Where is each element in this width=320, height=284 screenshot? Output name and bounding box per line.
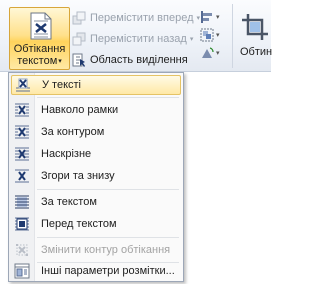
chevron-down-icon: ▾ — [216, 50, 220, 57]
behind-text-icon — [11, 193, 33, 211]
wrap-text-label-line2: текстом▾ — [10, 55, 69, 68]
menu-item-label: Перед текстом — [41, 218, 117, 230]
crop-label: Обтин — [240, 46, 273, 58]
wrap-text-menu: У тексті Навколо рамки За контуром Наскр… — [8, 72, 184, 282]
chevron-down-icon: ▾ — [189, 36, 194, 43]
align-button[interactable]: ▾ — [200, 8, 228, 26]
crop-button[interactable]: Обтин — [238, 10, 272, 68]
rotate-button[interactable]: ▾ — [200, 44, 228, 62]
wrap-text-label-line2-text: текстом — [17, 55, 58, 67]
menu-item-top-bottom[interactable]: Згори та знизу — [11, 166, 181, 186]
wrap-text-label-line1: Обтікання — [13, 43, 66, 55]
menu-item-label: За текстом — [41, 196, 97, 208]
menu-item-label: Інші параметри розмітки... — [41, 265, 175, 277]
bring-forward-button[interactable]: Перемістити вперед ▾ — [72, 9, 200, 27]
menu-separator — [37, 97, 179, 98]
menu-item-label: Навколо рамки — [41, 104, 119, 116]
send-backward-button[interactable]: Перемістити назад ▾ — [72, 30, 193, 48]
menu-item-label: Наскрізне — [41, 148, 92, 160]
wrap-text-button-label: Обтікання текстом▾ — [10, 43, 69, 68]
selection-pane-button[interactable]: Область виділення — [72, 51, 188, 69]
selection-pane-icon — [72, 53, 86, 67]
menu-item-label: Змінити контур обтікання — [41, 244, 171, 256]
menu-item-tight[interactable]: За контуром — [11, 122, 181, 142]
ribbon-arrange-group: Обтікання текстом▾ Перемістити вперед ▾ … — [0, 0, 272, 72]
chevron-down-icon: ▾ — [216, 32, 220, 39]
menu-item-label: Згори та знизу — [41, 170, 115, 182]
in-front-of-text-icon — [11, 215, 33, 233]
wrap-inline-icon — [12, 76, 34, 94]
group-button[interactable]: ▾ — [200, 26, 228, 44]
menu-item-through[interactable]: Наскрізне — [11, 144, 181, 164]
wrap-through-icon — [11, 145, 33, 163]
menu-item-in-front-of-text[interactable]: Перед текстом — [11, 214, 181, 234]
menu-item-inline[interactable]: У тексті — [11, 75, 181, 95]
menu-item-edit-wrap-points: Змінити контур обтікання — [11, 240, 181, 260]
align-tools: ▾ ▾ ▾ — [200, 8, 228, 62]
more-layout-options-icon — [11, 262, 33, 280]
menu-separator — [37, 237, 179, 238]
menu-item-square[interactable]: Навколо рамки — [11, 100, 181, 120]
send-backward-label: Перемістити назад — [90, 33, 187, 45]
bring-forward-icon — [72, 11, 86, 25]
wrap-square-icon — [11, 101, 33, 119]
chevron-down-icon: ▾ — [58, 58, 62, 65]
menu-item-behind-text[interactable]: За текстом — [11, 192, 181, 212]
menu-item-label: За контуром — [41, 126, 105, 138]
chevron-down-icon: ▾ — [216, 14, 220, 21]
wrap-text-button[interactable]: Обтікання текстом▾ — [9, 7, 70, 70]
rotate-icon — [200, 46, 214, 60]
bring-forward-label: Перемістити вперед — [90, 12, 194, 24]
menu-separator — [37, 189, 179, 190]
ribbon-group-divider — [232, 4, 233, 68]
wrap-tight-icon — [11, 123, 33, 141]
group-objects-icon — [200, 28, 214, 42]
wrap-text-icon — [29, 12, 53, 40]
selection-pane-label: Область виділення — [90, 54, 188, 66]
align-icon — [200, 10, 214, 24]
send-backward-icon — [72, 32, 86, 46]
wrap-top-bottom-icon — [11, 167, 33, 185]
menu-item-label: У тексті — [42, 79, 81, 91]
menu-item-more-layout-options[interactable]: Інші параметри розмітки... — [11, 261, 181, 281]
edit-wrap-points-icon — [11, 241, 33, 259]
